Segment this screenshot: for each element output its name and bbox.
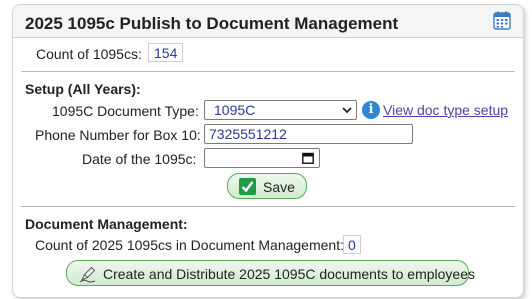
date-input[interactable] [204, 148, 320, 168]
divider [21, 206, 515, 207]
phone-input[interactable]: 7325551212 [204, 124, 413, 144]
doc-type-label: 1095C Document Type: [52, 103, 199, 119]
panel-header: 2025 1095c Publish to Document Managemen… [13, 5, 523, 38]
doc-type-selected-value: 1095C [214, 102, 256, 118]
publish-panel: 2025 1095c Publish to Document Managemen… [12, 4, 524, 298]
date-picker-icon[interactable] [302, 152, 314, 164]
count-1095cs-value: 154 [148, 43, 184, 62]
doc-type-select[interactable]: 1095C [204, 100, 357, 120]
doc-mgmt-count-label: Count of 2025 1095cs in Document Managem… [35, 237, 344, 253]
calendar-icon[interactable] [493, 11, 511, 30]
save-button-label: Save [263, 179, 295, 195]
doc-mgmt-heading: Document Management: [25, 216, 188, 232]
divider [21, 71, 515, 72]
doc-mgmt-count-value: 0 [343, 235, 361, 254]
phone-label: Phone Number for Box 10: [35, 127, 201, 143]
setup-heading: Setup (All Years): [25, 81, 141, 97]
save-button[interactable]: Save [227, 173, 307, 199]
create-distribute-label: Create and Distribute 2025 1095C documen… [103, 266, 475, 282]
create-distribute-button[interactable]: Create and Distribute 2025 1095C documen… [66, 260, 475, 286]
date-label: Date of the 1095c: [82, 151, 197, 167]
chevron-down-icon [342, 107, 352, 114]
signing-pen-icon [79, 266, 96, 283]
page-title: 2025 1095c Publish to Document Managemen… [25, 14, 399, 33]
view-doc-type-setup-link[interactable]: View doc type setup [383, 102, 508, 118]
checkmark-icon [239, 178, 256, 195]
info-icon[interactable]: i [362, 101, 380, 119]
count-1095cs-label: Count of 1095cs: [36, 46, 142, 62]
